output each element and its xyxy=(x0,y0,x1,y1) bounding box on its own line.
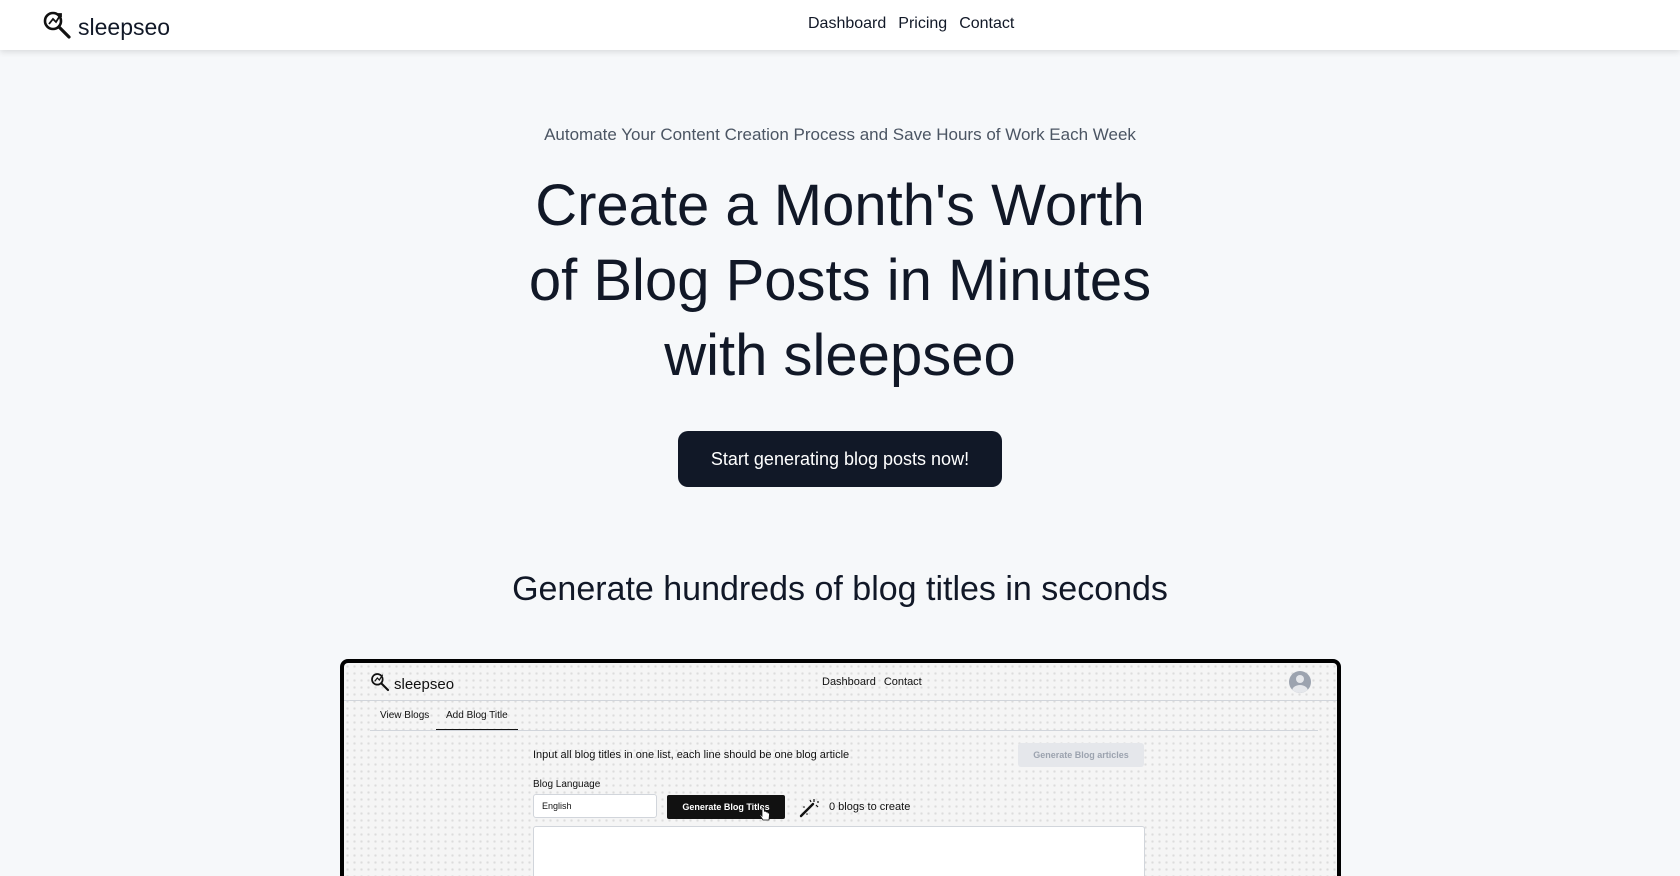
main-nav: Dashboard Pricing Contact xyxy=(808,15,1014,33)
preview-tabs: View Blogs Add Blog Title xyxy=(370,701,1318,731)
preview-nav-dashboard: Dashboard xyxy=(822,676,876,688)
hero-title-line: of Blog Posts in Minutes xyxy=(528,248,1152,313)
nav-link-dashboard[interactable]: Dashboard xyxy=(808,15,886,33)
preview-language-label: Blog Language xyxy=(533,779,601,790)
preview-tab-view-blogs: View Blogs xyxy=(380,710,430,721)
magic-wand-icon xyxy=(798,797,820,824)
magnifier-arrow-icon xyxy=(42,10,72,45)
preview-tab-add-blog-title: Add Blog Title xyxy=(436,710,518,730)
preview-generate-articles-button: Generate Blog articles xyxy=(1018,743,1144,767)
preview-nav-contact: Contact xyxy=(883,676,922,688)
preview-titles-textarea xyxy=(533,826,1145,876)
brand-logo[interactable]: sleepseo xyxy=(42,10,170,45)
pointer-cursor-icon xyxy=(759,806,771,826)
nav-link-pricing[interactable]: Pricing xyxy=(898,15,947,33)
preview-brand: sleepseo xyxy=(370,672,454,697)
preview-nav: Dashboard Contact xyxy=(822,676,922,688)
magnifier-arrow-icon xyxy=(370,672,390,697)
preview-header: sleepseo Dashboard Contact xyxy=(344,663,1337,701)
preview-blogs-count: 0 blogs to create xyxy=(829,801,911,813)
preview-instruction: Input all blog titles in one list, each … xyxy=(533,749,850,761)
nav-link-contact[interactable]: Contact xyxy=(959,15,1014,33)
brand-name: sleepseo xyxy=(78,14,171,40)
hero-title-line: with sleepseo xyxy=(664,323,1016,388)
navbar: sleepseo Dashboard Pricing Contact xyxy=(0,0,1680,50)
hero-title: Create a Month's Worth of Blog Posts in … xyxy=(440,168,1240,393)
hero-eyebrow: Automate Your Content Creation Process a… xyxy=(544,125,1136,144)
start-generating-button[interactable]: Start generating blog posts now! xyxy=(678,431,1002,487)
hero-title-line: Create a Month's Worth xyxy=(535,173,1145,238)
preview-language-input xyxy=(533,794,657,818)
preview-brand-name: sleepseo xyxy=(394,676,455,693)
user-avatar-icon xyxy=(1289,671,1311,693)
section-title: Generate hundreds of blog titles in seco… xyxy=(512,570,1168,608)
app-preview-screenshot: sleepseo Dashboard Contact View Blogs Ad… xyxy=(340,659,1341,876)
